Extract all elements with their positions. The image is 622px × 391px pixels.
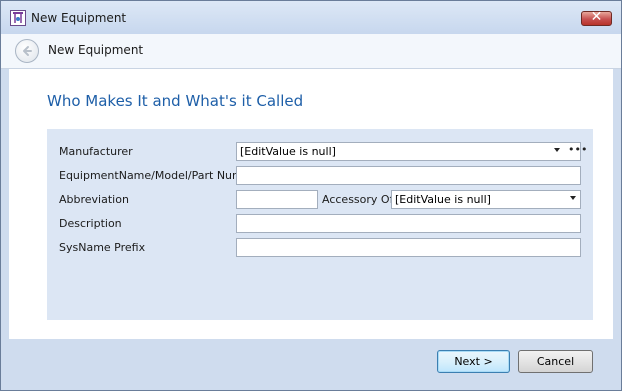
chevron-down-icon[interactable] — [554, 148, 560, 152]
equipment-name-field[interactable] — [236, 166, 581, 185]
back-button[interactable] — [15, 39, 39, 63]
equipment-name-label: EquipmentName/Model/Part Number — [59, 169, 262, 182]
accessory-of-combo[interactable]: [EditValue is null] — [391, 190, 581, 209]
description-field[interactable] — [236, 214, 581, 233]
manufacturer-combo[interactable]: [EditValue is null] ••• — [236, 142, 587, 161]
app-icon — [10, 10, 26, 26]
chevron-down-icon[interactable] — [570, 196, 576, 200]
window-title: New Equipment — [31, 11, 127, 25]
description-label: Description — [59, 217, 122, 230]
sysname-prefix-label: SysName Prefix — [59, 241, 146, 254]
title-bar[interactable]: New Equipment — [1, 1, 621, 34]
cancel-button[interactable]: Cancel — [518, 350, 593, 373]
abbreviation-label: Abbreviation — [59, 193, 129, 206]
abbreviation-field[interactable] — [236, 190, 318, 209]
ellipsis-icon[interactable]: ••• — [568, 141, 587, 158]
window: New Equipment ✕ New Equipment Who Makes … — [0, 0, 622, 391]
manufacturer-value: [EditValue is null] — [240, 145, 336, 158]
accessory-of-value: [EditValue is null] — [395, 193, 491, 206]
accessory-of-label: Accessory Of — [322, 193, 394, 206]
sysname-prefix-field[interactable] — [236, 238, 581, 257]
next-button[interactable]: Next > — [437, 350, 510, 373]
close-icon: ✕ — [590, 9, 603, 25]
back-arrow-icon — [23, 46, 32, 56]
page-heading: Who Makes It and What's it Called — [47, 92, 304, 110]
wizard-header-title: New Equipment — [48, 43, 144, 57]
manufacturer-label: Manufacturer — [59, 145, 133, 158]
close-button[interactable]: ✕ — [581, 9, 612, 26]
